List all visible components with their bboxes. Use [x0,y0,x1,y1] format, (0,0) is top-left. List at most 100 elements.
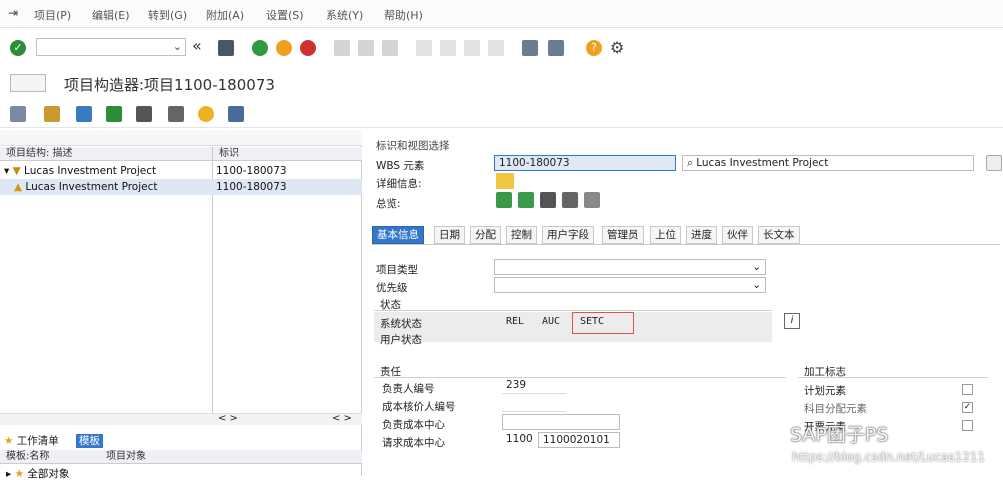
wbs-input[interactable]: 1100-180073 [494,155,676,171]
menu-edit[interactable]: 编辑(E) [92,7,130,23]
warning-detail-icon[interactable] [496,173,514,189]
next-page-icon[interactable] [464,40,480,56]
structure-icon[interactable] [44,106,60,122]
application-toolbar [0,100,1003,128]
divider [374,377,786,378]
tab-partner[interactable]: 伙伴 [722,226,753,244]
planning-element-checkbox[interactable] [962,384,973,395]
project-type-select[interactable]: ⌄ [494,259,766,275]
back-icon[interactable] [252,40,268,56]
document-icon[interactable] [168,106,184,122]
wbs-description[interactable]: ⌕ Lucas Investment Project [682,155,974,171]
menu-extras[interactable]: 附加(A) [206,7,244,23]
graphic-icon[interactable] [136,106,152,122]
priority-select[interactable]: ⌄ [494,277,766,293]
overview-label: 总览: [376,198,401,210]
tab-administration[interactable]: 管理员 [602,226,644,244]
responsible-input[interactable]: 239 [502,378,566,394]
tab-superior[interactable]: 上位 [650,226,681,244]
cancel-icon[interactable] [300,40,316,56]
tree-row-id: 1100-180073 [216,165,287,177]
menu-help[interactable]: 帮助(H) [384,7,423,23]
column-header-id[interactable]: 标识 [212,147,362,161]
scrollbar[interactable] [0,413,362,425]
display-change-icon[interactable] [10,74,46,92]
overview-icon-5[interactable] [584,192,600,208]
overview-icon-4[interactable] [562,192,578,208]
scroll-arrows-right[interactable]: < > [332,413,352,424]
tree-row-wbs[interactable]: ▲ Lucas Investment Project [14,179,212,195]
hierarchy-icon[interactable] [76,106,92,122]
first-page-icon[interactable] [416,40,432,56]
overview-icon-1[interactable] [496,192,512,208]
overview-icon-2[interactable] [518,192,534,208]
exit-circle-icon[interactable] [276,40,292,56]
tab-worklist[interactable]: ★ 工作清单 [4,434,59,448]
chevron-down-icon: ⌄ [752,261,761,273]
tab-progress[interactable]: 进度 [686,226,717,244]
tab-basic[interactable]: 基本信息 [372,226,424,244]
config-icon[interactable] [228,106,244,122]
menu-settings[interactable]: 设置(S) [266,7,304,23]
warning-icon: ▲ [14,181,23,193]
divider [798,377,988,378]
billing-element-checkbox[interactable] [962,420,973,431]
tab-templates[interactable]: 模板 [76,434,103,448]
bottom-col-name[interactable]: 模板:名称 [0,450,100,464]
help-icon[interactable]: ? [586,40,602,56]
print-icon[interactable] [334,40,350,56]
menu-project[interactable]: 项目(P) [34,7,71,23]
previous-page-icon[interactable] [440,40,456,56]
sys-status-setc: SETC [580,316,605,327]
find-next-icon[interactable] [382,40,398,56]
network-icon[interactable] [106,106,122,122]
tab-assignments[interactable]: 分配 [470,226,501,244]
priority-label: 优先级 [376,282,408,294]
exit-icon[interactable]: ⇥ [8,6,18,20]
menu-system[interactable]: 系统(Y) [326,7,363,23]
structure-toolbar [0,130,362,146]
scroll-arrows[interactable]: < > [218,413,238,424]
expand-panel-icon[interactable] [986,155,1002,171]
resp-cost-center-input[interactable] [502,414,620,430]
resp-label-3: 负责成本中心 [382,419,445,431]
menu-goto[interactable]: 转到(G) [148,7,187,23]
list-item[interactable]: ▸ ★ 全部对象 [6,466,69,482]
sys-status-auc: AUC [542,316,561,327]
back-double-icon[interactable]: « [192,36,202,55]
wbs-label: WBS 元素 [376,160,425,172]
gear-icon[interactable]: ⚙ [610,38,624,57]
expand-icon[interactable]: ▾ [4,165,9,177]
tree-row-id: 1100-180073 [216,181,287,193]
info-icon[interactable]: i [784,313,800,329]
resp-label-4: 请求成本中心 [382,437,445,449]
bottom-col-object[interactable]: 项目对象 [100,450,362,464]
tab-long-text[interactable]: 长文本 [758,226,800,244]
sys-status-label: 系统状态 [380,318,422,330]
navigate-icon[interactable] [10,106,26,122]
watermark-url: https://blog.csdn.net/Lucas1211 [792,450,986,464]
tab-dates[interactable]: 日期 [434,226,465,244]
shortcut-icon[interactable] [548,40,564,56]
cost-estimator-input[interactable] [502,396,566,412]
resp-label-1: 负责人编号 [382,383,435,395]
req-controlling-area[interactable]: 1100 [502,432,536,448]
enter-icon[interactable]: ✓ [10,40,26,56]
detail-panel [368,130,1003,476]
req-cost-center-input[interactable]: 1100020101 [538,432,620,448]
last-page-icon[interactable] [488,40,504,56]
tab-user-fields[interactable]: 用户字段 [542,226,594,244]
save-icon[interactable] [218,40,234,56]
overview-icon-3[interactable] [540,192,556,208]
column-header-desc[interactable]: 项目结构: 描述 [0,147,212,161]
proc-label-1: 计划元素 [804,385,846,397]
chevron-down-icon[interactable]: ⌄ [173,40,182,53]
tree-row-project[interactable]: ▾ ▼ Lucas Investment Project [4,163,212,179]
find-icon[interactable] [358,40,374,56]
acct-assignment-checkbox[interactable]: ✓ [962,402,973,413]
tab-control[interactable]: 控制 [506,226,537,244]
new-session-icon[interactable] [522,40,538,56]
resp-label-2: 成本核价人编号 [382,401,456,413]
info-icon[interactable] [198,106,214,122]
command-field[interactable]: ⌄ [36,38,186,56]
